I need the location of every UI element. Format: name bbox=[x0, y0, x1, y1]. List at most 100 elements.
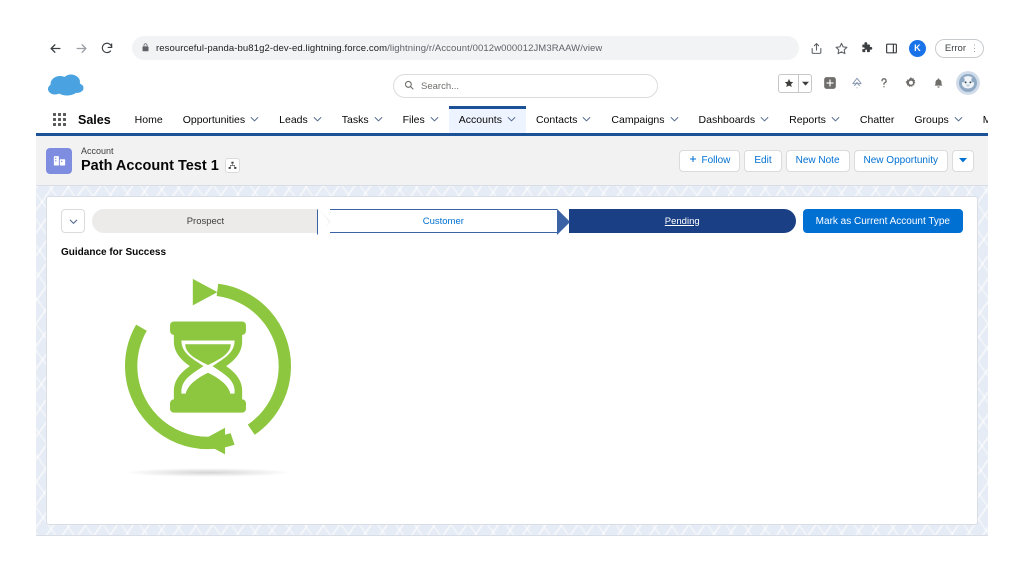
salesforce-cloud-logo[interactable] bbox=[46, 70, 92, 100]
url-text: resourceful-panda-bu81g2-dev-ed.lightnin… bbox=[156, 43, 602, 54]
global-header-actions bbox=[778, 71, 980, 95]
global-search-placeholder: Search... bbox=[421, 80, 460, 92]
follow-button[interactable]: Follow bbox=[679, 149, 741, 172]
gear-icon[interactable] bbox=[902, 74, 920, 92]
mark-current-status-button[interactable]: Mark as Current Account Type bbox=[802, 209, 963, 233]
nav-item-groups[interactable]: Groups bbox=[904, 106, 972, 133]
browser-profile-avatar[interactable]: K bbox=[908, 39, 926, 57]
account-hierarchy-icon[interactable] bbox=[224, 158, 240, 174]
forward-arrow-icon[interactable] bbox=[68, 35, 94, 61]
trailhead-icon[interactable] bbox=[848, 74, 866, 92]
nav-item-label: Groups bbox=[914, 113, 949, 126]
share-icon[interactable] bbox=[809, 40, 825, 56]
record-header: Account Path Account Test 1 Follow Edit Ne… bbox=[36, 136, 988, 186]
path-card: Prospect Customer Pending Mark as Current … bbox=[46, 196, 978, 525]
chevron-down-icon bbox=[959, 155, 967, 166]
chevron-down-icon[interactable] bbox=[954, 116, 963, 124]
global-search[interactable]: Search... bbox=[393, 74, 658, 98]
user-avatar[interactable] bbox=[956, 71, 980, 95]
nav-item-campaigns[interactable]: Campaigns bbox=[601, 106, 688, 133]
path-row: Prospect Customer Pending Mark as Current … bbox=[61, 209, 963, 235]
plus-icon bbox=[689, 155, 697, 166]
record-action-buttons: Follow Edit New Note New Opportunity bbox=[679, 149, 974, 172]
nav-item-label: Files bbox=[402, 113, 425, 126]
question-mark-icon[interactable] bbox=[875, 74, 893, 92]
nav-item-files[interactable]: Files bbox=[393, 106, 449, 133]
chevron-down-icon[interactable] bbox=[250, 116, 259, 124]
path-collapse-toggle[interactable] bbox=[61, 209, 85, 233]
puzzle-piece-icon[interactable] bbox=[859, 40, 875, 56]
hourglass-refresh-illustration bbox=[113, 276, 303, 477]
url-path: /lightning/r/Account/0012w000012JM3RAAW/… bbox=[387, 42, 603, 54]
screenshot-root: resourceful-panda-bu81g2-dev-ed.lightnin… bbox=[0, 0, 1024, 575]
chevron-down-icon[interactable] bbox=[507, 116, 516, 124]
error-label: Error bbox=[944, 42, 966, 54]
path-stage-label: Customer bbox=[422, 215, 464, 227]
chevron-down-icon[interactable] bbox=[430, 116, 439, 124]
edit-button[interactable]: Edit bbox=[744, 149, 782, 172]
nav-item-label: Opportunities bbox=[182, 113, 246, 126]
address-bar[interactable]: resourceful-panda-bu81g2-dev-ed.lightnin… bbox=[132, 36, 799, 60]
path-stage-edge bbox=[316, 209, 330, 235]
record-body: Prospect Customer Pending Mark as Current … bbox=[36, 186, 988, 535]
reload-icon[interactable] bbox=[94, 35, 120, 61]
nav-item-tasks[interactable]: Tasks bbox=[332, 106, 393, 133]
nav-item-label: More bbox=[983, 114, 988, 126]
chevron-down-icon[interactable] bbox=[831, 116, 840, 124]
path-stage-customer[interactable]: Customer bbox=[316, 209, 570, 235]
side-panel-icon[interactable] bbox=[884, 40, 900, 56]
sales-path: Prospect Customer Pending bbox=[92, 209, 796, 235]
path-stage-pending[interactable]: Pending bbox=[556, 209, 796, 233]
new-opportunity-button[interactable]: New Opportunity bbox=[853, 149, 948, 172]
page-title: Path Account Test 1 bbox=[81, 157, 219, 174]
favorites-group[interactable] bbox=[778, 73, 812, 93]
nav-item-label: Leads bbox=[279, 113, 308, 126]
error-badge[interactable]: Error ⋮ bbox=[934, 38, 984, 58]
chevron-down-icon[interactable] bbox=[313, 116, 322, 124]
lock-icon bbox=[141, 39, 150, 57]
nav-item-label: Dashboards bbox=[698, 113, 756, 126]
nav-item-dashboards[interactable]: Dashboards bbox=[689, 106, 780, 133]
app-navigation-bar: Sales Home Opportunities Leads Tasks Files Ac… bbox=[36, 106, 988, 136]
nav-item-more[interactable]: More bbox=[973, 106, 988, 133]
record-titles: Account Path Account Test 1 bbox=[81, 145, 240, 175]
nav-item-chatter[interactable]: Chatter bbox=[850, 106, 904, 133]
chevron-down-icon[interactable] bbox=[760, 116, 769, 124]
chevron-down-icon[interactable] bbox=[670, 116, 679, 124]
nav-item-opportunities[interactable]: Opportunities bbox=[173, 106, 269, 133]
new-note-button[interactable]: New Note bbox=[785, 149, 850, 172]
nav-item-label: Reports bbox=[789, 113, 826, 126]
button-label: New Note bbox=[795, 155, 840, 166]
global-header: Search... bbox=[36, 66, 988, 106]
vertical-dots-icon[interactable]: ⋮ bbox=[970, 43, 979, 54]
illustration-shadow bbox=[123, 468, 293, 477]
path-stage-label: Pending bbox=[664, 215, 700, 227]
button-label: Edit bbox=[754, 155, 772, 166]
path-stage-label: Prospect bbox=[186, 215, 225, 227]
nav-item-accounts[interactable]: Accounts bbox=[448, 106, 526, 133]
path-stage-prospect[interactable]: Prospect bbox=[92, 209, 330, 233]
salesforce-app: Search... Sales Home Opportunities Leads… bbox=[36, 66, 988, 536]
browser-actions: K Error ⋮ bbox=[809, 38, 988, 58]
nav-item-leads[interactable]: Leads bbox=[269, 106, 332, 133]
plus-box-icon[interactable] bbox=[821, 74, 839, 92]
chevron-down-icon[interactable] bbox=[374, 116, 383, 124]
star-icon[interactable] bbox=[779, 75, 798, 92]
nav-item-label: Accounts bbox=[458, 113, 502, 126]
nav-item-contacts[interactable]: Contacts bbox=[526, 106, 601, 133]
browser-toolbar: resourceful-panda-bu81g2-dev-ed.lightnin… bbox=[36, 30, 988, 66]
app-launcher-grid-icon[interactable] bbox=[44, 106, 74, 133]
nav-item-label: Contacts bbox=[535, 113, 578, 126]
nav-item-reports[interactable]: Reports bbox=[779, 106, 850, 133]
search-icon bbox=[404, 77, 414, 95]
chevron-down-icon[interactable] bbox=[798, 74, 811, 92]
back-arrow-icon[interactable] bbox=[42, 35, 68, 61]
record-object-type: Account bbox=[81, 145, 114, 156]
nav-item-home[interactable]: Home bbox=[125, 106, 173, 133]
star-outline-icon[interactable] bbox=[834, 40, 850, 56]
record-actions-more-button[interactable] bbox=[952, 149, 974, 172]
nav-item-label: Chatter bbox=[859, 113, 895, 126]
bell-icon[interactable] bbox=[929, 74, 947, 92]
chevron-down-icon[interactable] bbox=[582, 116, 591, 124]
app-name[interactable]: Sales bbox=[74, 106, 125, 133]
